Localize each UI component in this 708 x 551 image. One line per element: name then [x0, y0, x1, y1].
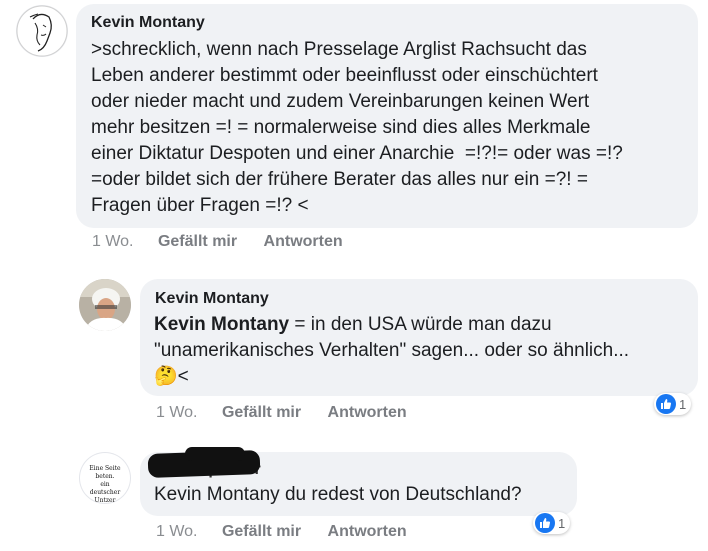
comment-line: 🤔< [154, 364, 629, 390]
comment-timestamp[interactable]: 1 Wo. [92, 233, 134, 251]
like-button[interactable]: Gefällt mir [222, 404, 301, 422]
comment-line: =oder bildet sich der frühere Berater da… [91, 169, 588, 190]
comment-line: oder nieder macht und zudem Vereinbarung… [91, 91, 590, 112]
reaction-count: 1 [558, 515, 566, 531]
comment-line: "unamerikanisches Verhalten" sagen... od… [154, 340, 630, 361]
comment-actions: 1 Wo. Gefällt mir Antworten [156, 523, 407, 541]
reaction-count: 1 [679, 396, 687, 412]
comment-line: einer Diktatur Despoten und einer Anarch… [91, 143, 623, 164]
reply-button[interactable]: Antworten [328, 523, 407, 541]
thinking-face-emoji-icon: 🤔 [154, 366, 178, 387]
comment-line: Kevin Montany du redest von Deutschland? [154, 484, 522, 505]
comment-text: Kevin Montany du redest von Deutschland? [154, 482, 522, 508]
comment-actions: 1 Wo. Gefällt mir Antworten [92, 233, 343, 251]
user-photo-icon [79, 279, 131, 331]
comment-author[interactable]: Kevin Montany [155, 290, 269, 308]
avatar-photo[interactable] [79, 279, 131, 331]
comment-line: Kevin Montany = in den USA würde man daz… [154, 312, 629, 338]
avatar-text-logo[interactable]: Eine Seite beten. ein deutscher Untzer [79, 452, 131, 504]
comment-timestamp[interactable]: 1 Wo. [156, 523, 198, 541]
like-button[interactable]: Gefällt mir [222, 523, 301, 541]
reply-button[interactable]: Antworten [328, 404, 407, 422]
comment-timestamp[interactable]: 1 Wo. [156, 404, 198, 422]
avatar-logo-text: Eine Seite beten. ein deutscher Untzer [89, 465, 121, 504]
reaction-summary[interactable]: 1 [533, 512, 571, 534]
comment-line: mehr besitzen =! = normalerweise sind di… [91, 117, 591, 138]
reply-button[interactable]: Antworten [264, 233, 343, 251]
comment-text-part: < [177, 366, 189, 387]
comment-text-part: = in den USA würde man dazu [289, 314, 552, 335]
comment-actions: 1 Wo. Gefällt mir Antworten [156, 404, 407, 422]
avatar-sketch[interactable] [16, 5, 68, 57]
comment-line: Fragen über Fragen =!? < [91, 195, 309, 216]
thumbs-up-icon [656, 394, 676, 414]
reaction-summary[interactable]: 1 [654, 393, 692, 415]
comment-line: Leben anderer bestimmt oder beeinflusst … [91, 65, 598, 86]
comment-text: >schrecklich, wenn nach Presselage Argli… [91, 37, 623, 219]
mention-link[interactable]: Kevin Montany [154, 314, 289, 335]
redaction-scribble [185, 447, 245, 461]
thumbs-up-icon [535, 513, 555, 533]
comment-line: >schrecklich, wenn nach Presselage Argli… [91, 39, 587, 60]
face-sketch-icon [16, 5, 68, 57]
comment-text: Kevin Montany = in den USA würde man daz… [154, 312, 629, 390]
comment-author[interactable]: Kevin Montany [91, 14, 205, 32]
like-button[interactable]: Gefällt mir [158, 233, 237, 251]
